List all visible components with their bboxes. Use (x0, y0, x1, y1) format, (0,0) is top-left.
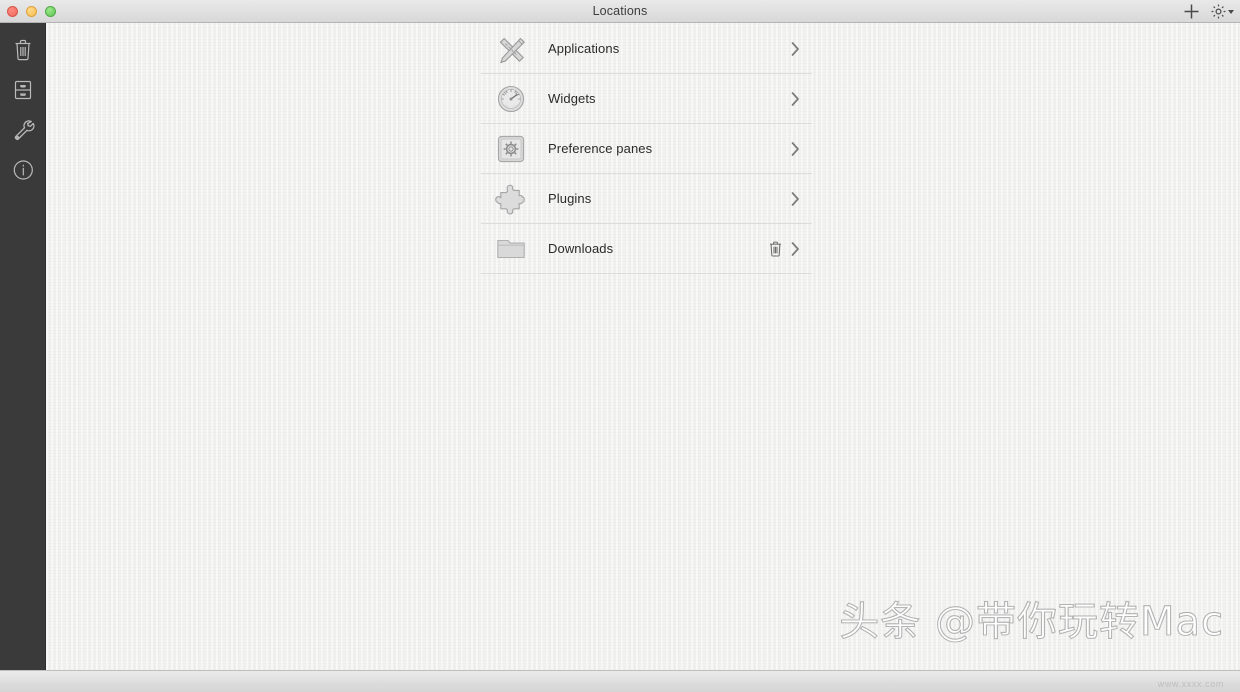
row-icon (481, 132, 537, 166)
chevron-right-icon (791, 191, 799, 206)
window-title: Locations (592, 4, 648, 18)
row-actions (789, 189, 812, 209)
sidebar (0, 23, 46, 670)
downloads-icon (497, 239, 525, 258)
row-icon (481, 182, 537, 216)
trash-icon (15, 39, 31, 61)
row-actions (789, 39, 812, 59)
chevron-down-icon (1228, 9, 1234, 14)
chevron-right-icon (791, 241, 799, 256)
row-actions (768, 239, 812, 259)
disclosure-button[interactable] (789, 239, 802, 259)
chevron-right-icon (791, 141, 799, 156)
sidebar-item-uninstaller[interactable] (0, 30, 46, 70)
disclosure-button[interactable] (789, 189, 802, 209)
list-item[interactable]: Plugins (481, 174, 812, 224)
chevron-right-icon (791, 91, 799, 106)
list-item[interactable]: Preference panes (481, 124, 812, 174)
chevron-right-icon (791, 41, 799, 56)
row-actions (789, 89, 812, 109)
applications-icon (499, 37, 525, 63)
sidebar-item-info[interactable] (0, 150, 46, 190)
list-item-label: Applications (548, 41, 620, 56)
list-item-label: Widgets (548, 91, 596, 106)
delete-button[interactable] (768, 240, 783, 258)
app-window: Locations Applications Widgets Preferenc… (0, 0, 1240, 692)
preference-panes-icon (497, 135, 525, 162)
locations-list: Applications Widgets Preference panes Pl… (481, 24, 812, 274)
row-icon (481, 82, 537, 116)
sidebar-item-tools[interactable] (0, 110, 46, 150)
wrench-icon (14, 120, 34, 140)
watermark-text: 头条 @带你玩转Mac (839, 599, 1224, 645)
content-area: Applications Widgets Preference panes Pl… (46, 23, 1240, 670)
plugins-icon (495, 184, 525, 214)
add-button[interactable] (1183, 3, 1200, 20)
row-icon (481, 32, 537, 66)
titlebar: Locations (0, 0, 1240, 23)
list-item[interactable]: Downloads (481, 224, 812, 274)
row-actions (789, 139, 812, 159)
settings-button[interactable] (1210, 3, 1234, 20)
plus-icon (1184, 4, 1199, 19)
info-icon (13, 160, 33, 180)
bottom-bar (0, 670, 1240, 692)
list-item[interactable]: Applications (481, 24, 812, 74)
drawers-icon (14, 80, 32, 100)
widgets-icon (497, 85, 525, 112)
titlebar-right-controls (1183, 0, 1234, 23)
disclosure-button[interactable] (789, 39, 802, 59)
disclosure-button[interactable] (789, 89, 802, 109)
list-item[interactable]: Widgets (481, 74, 812, 124)
list-item-label: Preference panes (548, 141, 653, 156)
gear-icon (1211, 4, 1226, 19)
disclosure-button[interactable] (789, 139, 802, 159)
list-item-label: Plugins (548, 191, 592, 206)
list-item-label: Downloads (548, 241, 614, 256)
trash-icon (770, 241, 781, 257)
sidebar-item-files[interactable] (0, 70, 46, 110)
row-icon (481, 232, 537, 266)
